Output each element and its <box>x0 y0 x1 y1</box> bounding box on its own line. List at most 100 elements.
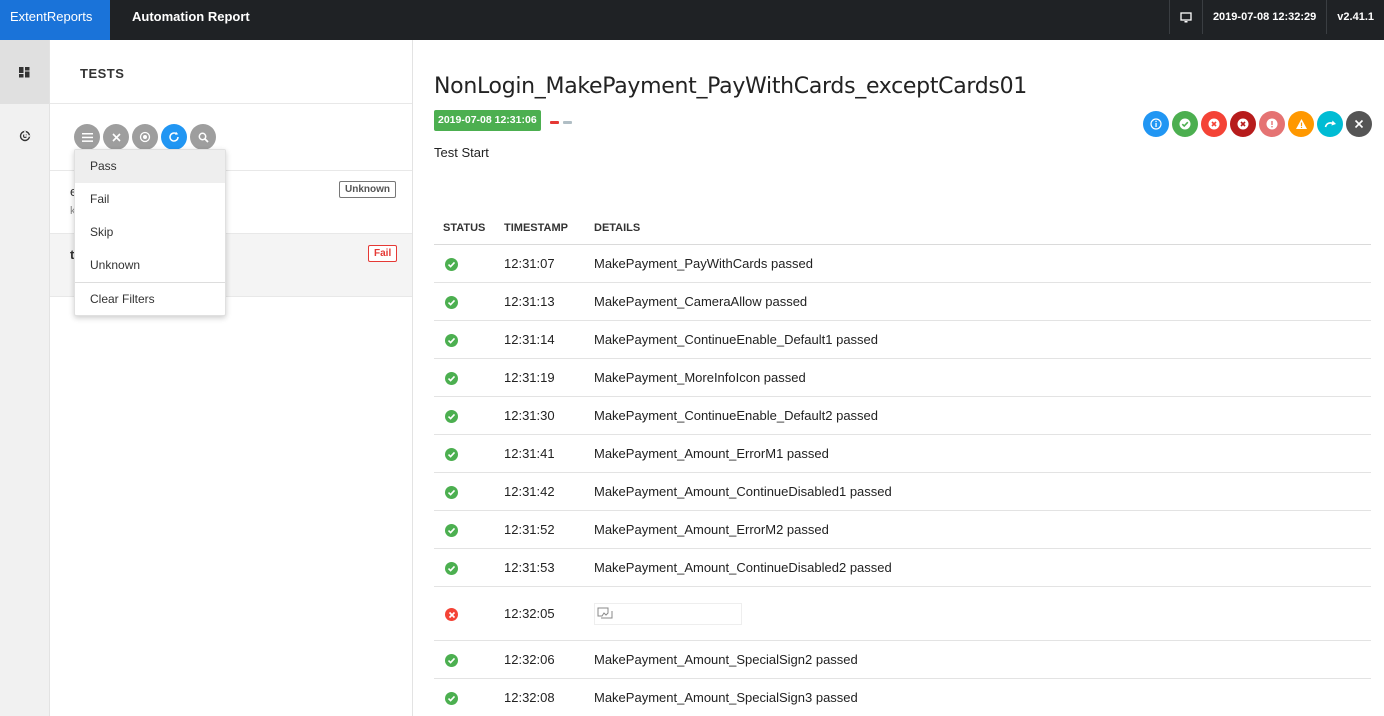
status-badge: Fail <box>368 245 398 262</box>
row-timestamp: 12:31:19 <box>504 370 555 385</box>
filter-info-button[interactable] <box>1143 111 1169 137</box>
warning-icon <box>1295 119 1307 129</box>
table-row: 12:31:30 MakePayment_ContinueEnable_Defau… <box>434 397 1371 435</box>
row-timestamp: 12:31:41 <box>504 446 555 461</box>
log-status-filters <box>1143 111 1372 137</box>
filter-error-button[interactable] <box>1259 111 1285 137</box>
table-row: 12:32:06 MakePayment_Amount_SpecialSign2 … <box>434 641 1371 679</box>
check-circle-icon <box>445 258 458 272</box>
table-row: 12:31:53 MakePayment_Amount_ContinueDisab… <box>434 549 1371 587</box>
category-filter-button[interactable] <box>132 124 158 150</box>
row-timestamp: 12:31:53 <box>504 560 555 575</box>
nav-item-analysis[interactable] <box>0 104 49 168</box>
check-circle-icon <box>445 692 458 706</box>
filter-warning-button[interactable] <box>1288 111 1314 137</box>
nav-item-tests[interactable] <box>0 40 49 104</box>
row-timestamp: 12:31:42 <box>504 484 555 499</box>
check-circle-icon <box>445 296 458 310</box>
clear-filters-option[interactable]: Clear Filters <box>75 283 225 316</box>
dashboard-icon <box>19 66 30 77</box>
check-circle-icon <box>445 486 458 500</box>
test-title: NonLogin_MakePayment_PayWithCards_except… <box>434 74 1027 99</box>
filter-option-unknown[interactable]: Unknown <box>75 249 225 282</box>
row-status-cell <box>434 652 504 668</box>
brand-logo[interactable]: ExtentReports <box>0 0 110 40</box>
table-row: 12:31:19 MakePayment_MoreInfoIcon passed <box>434 359 1371 397</box>
fatal-circle-icon <box>1237 118 1249 130</box>
search-button[interactable] <box>190 124 216 150</box>
test-filter-toolbar <box>74 124 216 150</box>
check-circle-icon <box>1179 118 1191 130</box>
row-timestamp: 12:31:52 <box>504 522 555 537</box>
row-status-cell <box>434 294 504 310</box>
check-circle-icon <box>445 372 458 386</box>
left-nav <box>0 40 50 716</box>
close-icon <box>111 132 121 142</box>
table-row: 12:31:41 MakePayment_Amount_ErrorM1 passe… <box>434 435 1371 473</box>
row-status-cell <box>434 606 504 622</box>
filter-fail-button[interactable] <box>1201 111 1227 137</box>
clear-log-filter-button[interactable] <box>1346 111 1372 137</box>
row-details: MakePayment_Amount_SpecialSign3 passed <box>594 690 858 705</box>
screenshot-thumbnail[interactable] <box>594 603 742 625</box>
status-badge: Unknown <box>339 181 396 198</box>
filter-skip-button[interactable] <box>1317 111 1343 137</box>
filter-option-fail[interactable]: Fail <box>75 183 225 216</box>
filter-option-skip[interactable]: Skip <box>75 216 225 249</box>
row-status-cell <box>434 484 504 500</box>
test-detail-panel: NonLogin_MakePayment_PayWithCards_except… <box>413 40 1384 716</box>
check-circle-icon <box>445 654 458 668</box>
redo-icon <box>1324 120 1336 128</box>
check-circle-icon <box>445 334 458 348</box>
tests-heading: TESTS <box>80 66 125 81</box>
other-indicator <box>563 121 572 124</box>
table-row: 12:32:08 MakePayment_Amount_SpecialSign3 … <box>434 679 1371 716</box>
check-circle-icon <box>445 448 458 462</box>
check-circle-icon <box>445 524 458 538</box>
table-row: 12:31:42 MakePayment_Amount_ContinueDisab… <box>434 473 1371 511</box>
row-details: MakePayment_Amount_ContinueDisabled1 pas… <box>594 484 892 499</box>
divider <box>50 103 412 104</box>
row-details: MakePayment_CameraAllow passed <box>594 294 808 309</box>
row-details: MakePayment_Amount_ContinueDisabled2 pas… <box>594 560 892 575</box>
column-header-status: STATUS <box>443 222 486 234</box>
row-status-cell <box>434 370 504 386</box>
error-circle-icon <box>445 608 458 622</box>
row-details: MakePayment_ContinueEnable_Default1 pass… <box>594 332 879 347</box>
row-timestamp: 12:32:06 <box>504 652 555 667</box>
row-status-cell <box>434 446 504 462</box>
table-row: 12:32:05 <box>434 587 1371 641</box>
clear-filter-button[interactable] <box>103 124 129 150</box>
filter-pass-button[interactable] <box>1172 111 1198 137</box>
test-list-panel: TESTS ents/Maven_P k Unknown t_PayWithCa… <box>50 40 413 716</box>
filter-fatal-button[interactable] <box>1230 111 1256 137</box>
table-row: 12:31:14 MakePayment_ContinueEnable_Defau… <box>434 321 1371 359</box>
row-status-cell <box>434 690 504 706</box>
refresh-icon <box>169 131 179 142</box>
status-filter-button[interactable] <box>74 124 100 150</box>
table-row: 12:31:07 MakePayment_PayWithCards passed <box>434 245 1371 283</box>
row-status-cell <box>434 332 504 348</box>
row-timestamp: 12:32:08 <box>504 690 555 705</box>
row-timestamp: 12:31:14 <box>504 332 555 347</box>
row-details: MakePayment_Amount_SpecialSign2 passed <box>594 652 858 667</box>
row-details: MakePayment_Amount_ErrorM2 passed <box>594 522 829 537</box>
log-table: STATUS TIMESTAMP DETAILS 12:31:07 MakePay… <box>434 212 1371 716</box>
column-header-timestamp: TIMESTAMP <box>504 222 568 234</box>
info-icon <box>1150 118 1162 130</box>
monitor-icon[interactable] <box>1168 0 1202 34</box>
check-circle-icon <box>445 410 458 424</box>
top-bar: ExtentReports Automation Report 2019-07-… <box>0 0 1384 40</box>
report-datetime: 2019-07-08 12:32:29 <box>1201 0 1326 34</box>
filter-option-pass[interactable]: Pass <box>75 150 225 183</box>
table-row: 12:31:13 MakePayment_CameraAllow passed <box>434 283 1371 321</box>
alert-circle-icon <box>1266 118 1278 130</box>
row-details: MakePayment_MoreInfoIcon passed <box>594 370 806 385</box>
row-status-cell <box>434 256 504 272</box>
row-status-cell <box>434 522 504 538</box>
report-title: Automation Report <box>132 9 250 24</box>
table-row: 12:31:52 MakePayment_Amount_ErrorM2 passe… <box>434 511 1371 549</box>
refresh-button[interactable] <box>161 124 187 150</box>
row-details <box>594 601 1371 626</box>
row-timestamp: 12:31:13 <box>504 294 555 309</box>
